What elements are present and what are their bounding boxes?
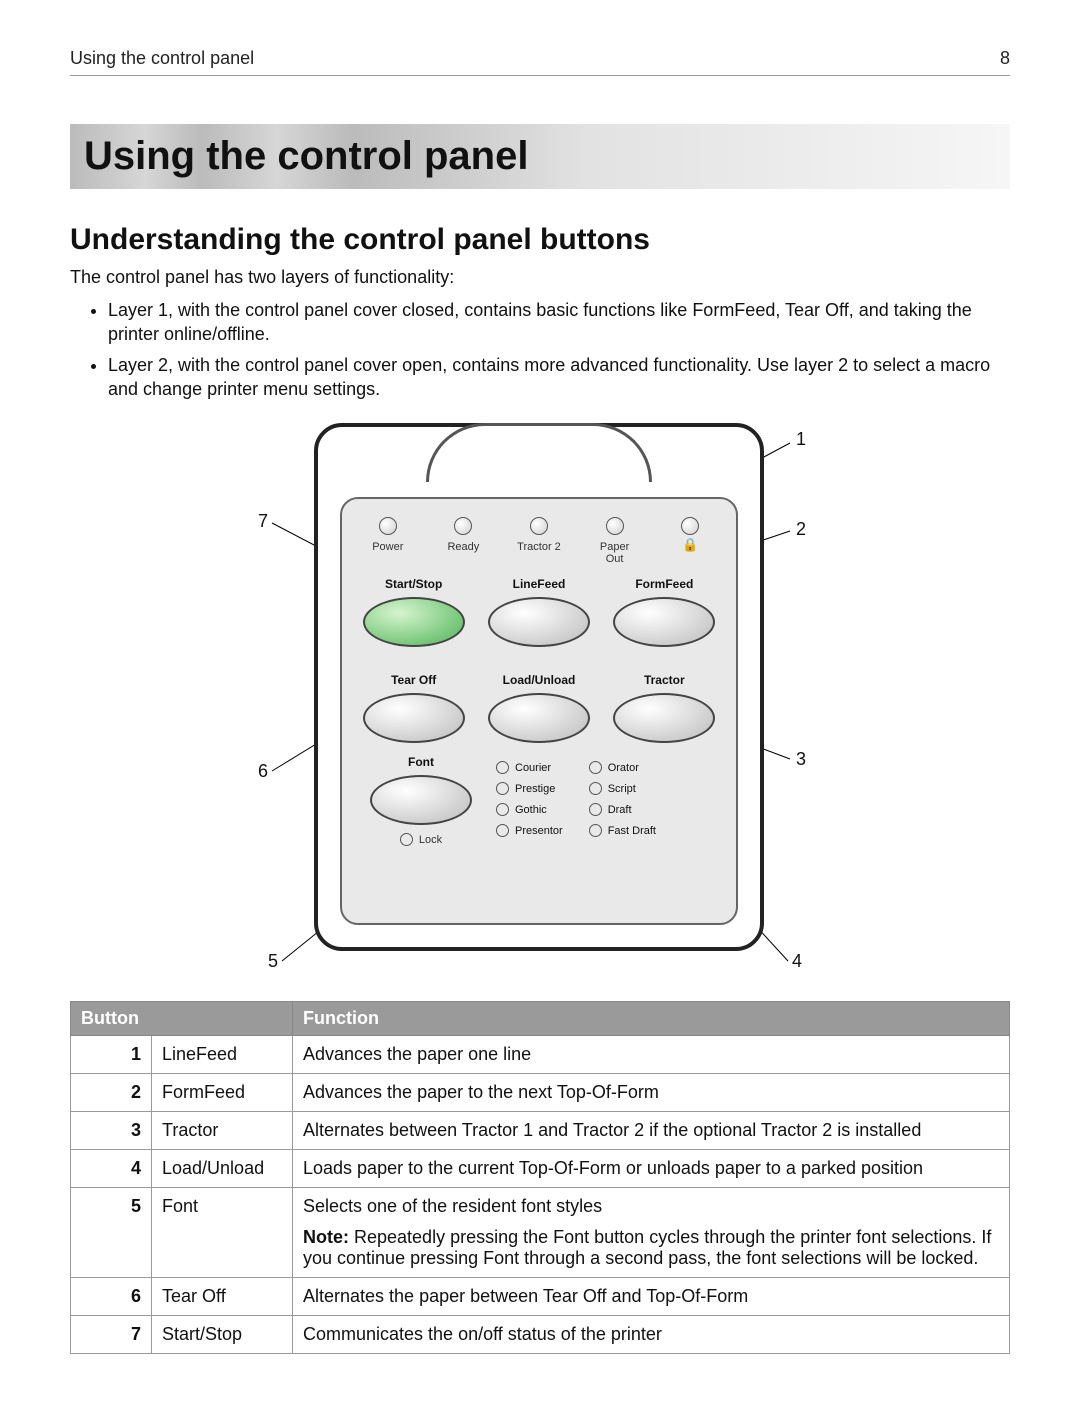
table-row: 4Load/UnloadLoads paper to the current T… [71,1150,1010,1188]
led-paper-out: Paper Out [591,517,639,565]
font-script: Script [589,782,656,795]
callout-2: 2 [796,519,806,540]
callout-7: 7 [258,511,268,532]
button-function-table: Button Function 1LineFeedAdvances the pa… [70,1001,1010,1354]
font-prestige: Prestige [496,782,563,795]
table-row: 1LineFeedAdvances the paper one line [71,1036,1010,1074]
lock-indicator: Lock [400,833,442,846]
font-presentor: Presentor [496,824,563,837]
led-power: Power [364,517,412,565]
table-row: 3TractorAlternates between Tractor 1 and… [71,1112,1010,1150]
callout-3: 3 [796,749,806,770]
led-tractor2: Tractor 2 [515,517,563,565]
font-courier: Courier [496,761,563,774]
font-block: Font Lock Courier Orator Prestige Script… [342,743,736,854]
panel-inner-face: Power Ready Tractor 2 Paper Out 🔒 Start/… [340,497,738,925]
font-note: Note: Repeatedly pressing the Font butto… [303,1227,999,1269]
load-unload-button[interactable]: Load/Unload [487,673,590,743]
table-row: 5Font Selects one of the resident font s… [71,1188,1010,1278]
font-orator: Orator [589,761,656,774]
callout-6: 6 [258,761,268,782]
running-head-title: Using the control panel [70,48,254,69]
table-row: 6Tear OffAlternates the paper between Te… [71,1278,1010,1316]
lock-icon: 🔒 [682,537,698,553]
start-stop-button[interactable]: Start/Stop [362,577,465,647]
font-button-label: Font [408,755,434,769]
bullet-layer-2: Layer 2, with the control panel cover op… [108,353,1010,402]
button-row-2: Tear Off Load/Unload Tractor [342,665,736,743]
col-button: Button [71,1002,293,1036]
font-draft: Draft [589,803,656,816]
page-title: Using the control panel [70,124,1010,189]
font-list: Courier Orator Prestige Script Gothic Dr… [496,755,656,846]
panel-top-arc [426,423,652,482]
running-head: Using the control panel 8 [70,48,1010,76]
panel-outer-frame: Power Ready Tractor 2 Paper Out 🔒 Start/… [314,423,764,951]
control-panel-diagram: 1 2 3 4 5 6 7 Power Ready Tractor 2 Pape… [200,411,880,971]
page-number: 8 [1000,48,1010,69]
intro-text: The control panel has two layers of func… [70,267,1010,288]
led-lock: 🔒 [666,517,714,565]
tractor-button[interactable]: Tractor [613,673,716,743]
button-row-1: Start/Stop LineFeed FormFeed [342,569,736,647]
tear-off-button[interactable]: Tear Off [362,673,465,743]
bullet-layer-1: Layer 1, with the control panel cover cl… [108,298,1010,347]
table-row: 7Start/StopCommunicates the on/off statu… [71,1316,1010,1354]
formfeed-button[interactable]: FormFeed [613,577,716,647]
font-fast-draft: Fast Draft [589,824,656,837]
led-ready: Ready [440,517,488,565]
intro-bullets: Layer 1, with the control panel cover cl… [70,298,1010,401]
callout-1: 1 [796,429,806,450]
callout-4: 4 [792,951,802,972]
table-row: 2FormFeedAdvances the paper to the next … [71,1074,1010,1112]
col-function: Function [293,1002,1010,1036]
callout-5: 5 [268,951,278,972]
font-button[interactable] [370,775,472,825]
linefeed-button[interactable]: LineFeed [487,577,590,647]
font-gothic: Gothic [496,803,563,816]
section-heading: Understanding the control panel buttons [70,223,1010,257]
led-row: Power Ready Tractor 2 Paper Out 🔒 [342,499,736,569]
